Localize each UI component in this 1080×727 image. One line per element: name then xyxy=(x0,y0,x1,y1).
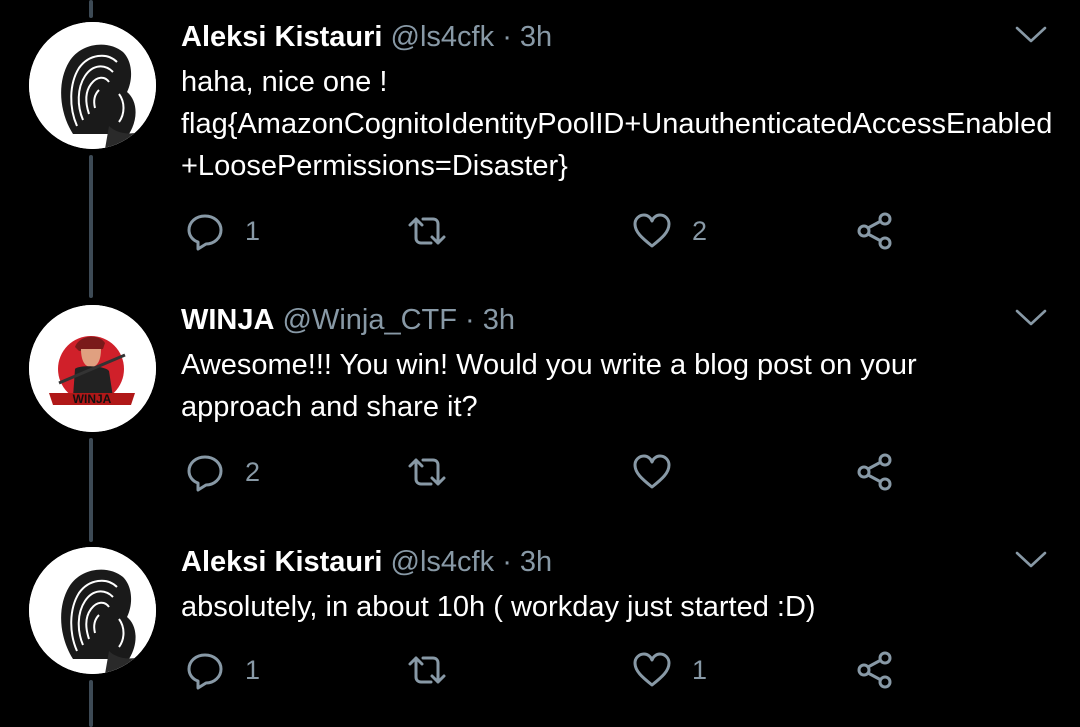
tweet-actions: 1 2 xyxy=(181,209,901,253)
like-count: 2 xyxy=(692,215,708,246)
share-button[interactable] xyxy=(855,450,895,494)
heart-icon xyxy=(633,213,671,248)
like-button[interactable]: 2 xyxy=(632,209,707,253)
tweet-text-line: flag{AmazonCognitoIdentityPoolID+Unauthe… xyxy=(181,108,1053,182)
author-name[interactable]: Aleksi Kistauri xyxy=(181,21,382,53)
heart-icon xyxy=(633,454,671,489)
reply-icon xyxy=(187,455,223,492)
author-name[interactable]: WINJA xyxy=(181,304,274,336)
retweet-button[interactable] xyxy=(407,648,447,692)
reply-button[interactable]: 1 xyxy=(185,648,260,692)
like-button[interactable]: 1 xyxy=(632,648,707,692)
like-button[interactable] xyxy=(632,450,672,494)
tweet-text: Awesome!!! You win! Would you write a bl… xyxy=(181,344,1011,428)
reply-count: 1 xyxy=(245,215,261,246)
tweet-header: WINJA @Winja_CTF · 3h xyxy=(181,303,515,337)
reply-count: 1 xyxy=(245,654,261,685)
tweet[interactable]: Aleksi Kistauri @ls4cfk · 3h absolutely,… xyxy=(0,525,1080,727)
retweet-button[interactable] xyxy=(407,450,447,494)
chevron-down-icon[interactable] xyxy=(1014,307,1048,329)
reply-icon xyxy=(187,653,223,690)
author-handle[interactable]: @Winja_CTF xyxy=(283,304,457,336)
chevron-down-icon[interactable] xyxy=(1014,549,1048,571)
tweet-text-line: haha, nice one ! xyxy=(181,66,388,98)
reply-icon xyxy=(187,214,223,251)
tweet-actions: 2 xyxy=(181,450,901,494)
tweet-text-line: Awesome!!! You win! Would you write a bl… xyxy=(181,349,917,423)
retweet-button[interactable] xyxy=(407,209,447,253)
tweet-text: haha, nice one ! flag{AmazonCognitoIdent… xyxy=(181,61,1061,187)
sketch-face-avatar-image xyxy=(29,22,156,149)
timestamp[interactable]: 3h xyxy=(520,546,552,578)
reply-count: 2 xyxy=(245,456,261,487)
winja-logo-avatar-image: WINJA xyxy=(29,305,156,432)
avatar[interactable] xyxy=(29,22,156,149)
reply-button[interactable]: 1 xyxy=(185,209,260,253)
share-icon xyxy=(857,212,892,250)
sketch-face-avatar-image xyxy=(29,547,156,674)
author-handle[interactable]: @ls4cfk xyxy=(391,21,495,53)
tweet-header: Aleksi Kistauri @ls4cfk · 3h xyxy=(181,20,552,54)
chevron-down-icon[interactable] xyxy=(1014,24,1048,46)
tweet-text: absolutely, in about 10h ( workday just … xyxy=(181,586,1061,628)
share-icon xyxy=(857,453,892,491)
reply-button[interactable]: 2 xyxy=(185,450,260,494)
separator: · xyxy=(465,304,475,336)
timestamp[interactable]: 3h xyxy=(483,304,515,336)
share-icon xyxy=(857,651,892,689)
retweet-icon xyxy=(408,458,446,486)
like-count: 1 xyxy=(692,654,708,685)
share-button[interactable] xyxy=(855,648,895,692)
tweet-text-line: absolutely, in about 10h ( workday just … xyxy=(181,591,816,623)
avatar[interactable]: WINJA xyxy=(29,305,156,432)
timestamp[interactable]: 3h xyxy=(520,21,552,53)
tweet[interactable]: Aleksi Kistauri @ls4cfk · 3h haha, nice … xyxy=(0,0,1080,270)
heart-icon xyxy=(633,652,671,687)
svg-text:WINJA: WINJA xyxy=(73,392,112,406)
retweet-icon xyxy=(408,656,446,684)
share-button[interactable] xyxy=(855,209,895,253)
author-handle[interactable]: @ls4cfk xyxy=(391,546,495,578)
tweet[interactable]: WINJA WINJA @Winja_CTF · 3h Awesome!!! Y… xyxy=(0,283,1080,538)
retweet-icon xyxy=(408,217,446,245)
tweet-actions: 1 1 xyxy=(181,648,901,692)
tweet-thread: Aleksi Kistauri @ls4cfk · 3h haha, nice … xyxy=(0,0,1080,727)
tweet-header: Aleksi Kistauri @ls4cfk · 3h xyxy=(181,545,552,579)
author-name[interactable]: Aleksi Kistauri xyxy=(181,546,382,578)
separator: · xyxy=(502,21,512,53)
avatar[interactable] xyxy=(29,547,156,674)
separator: · xyxy=(502,546,512,578)
